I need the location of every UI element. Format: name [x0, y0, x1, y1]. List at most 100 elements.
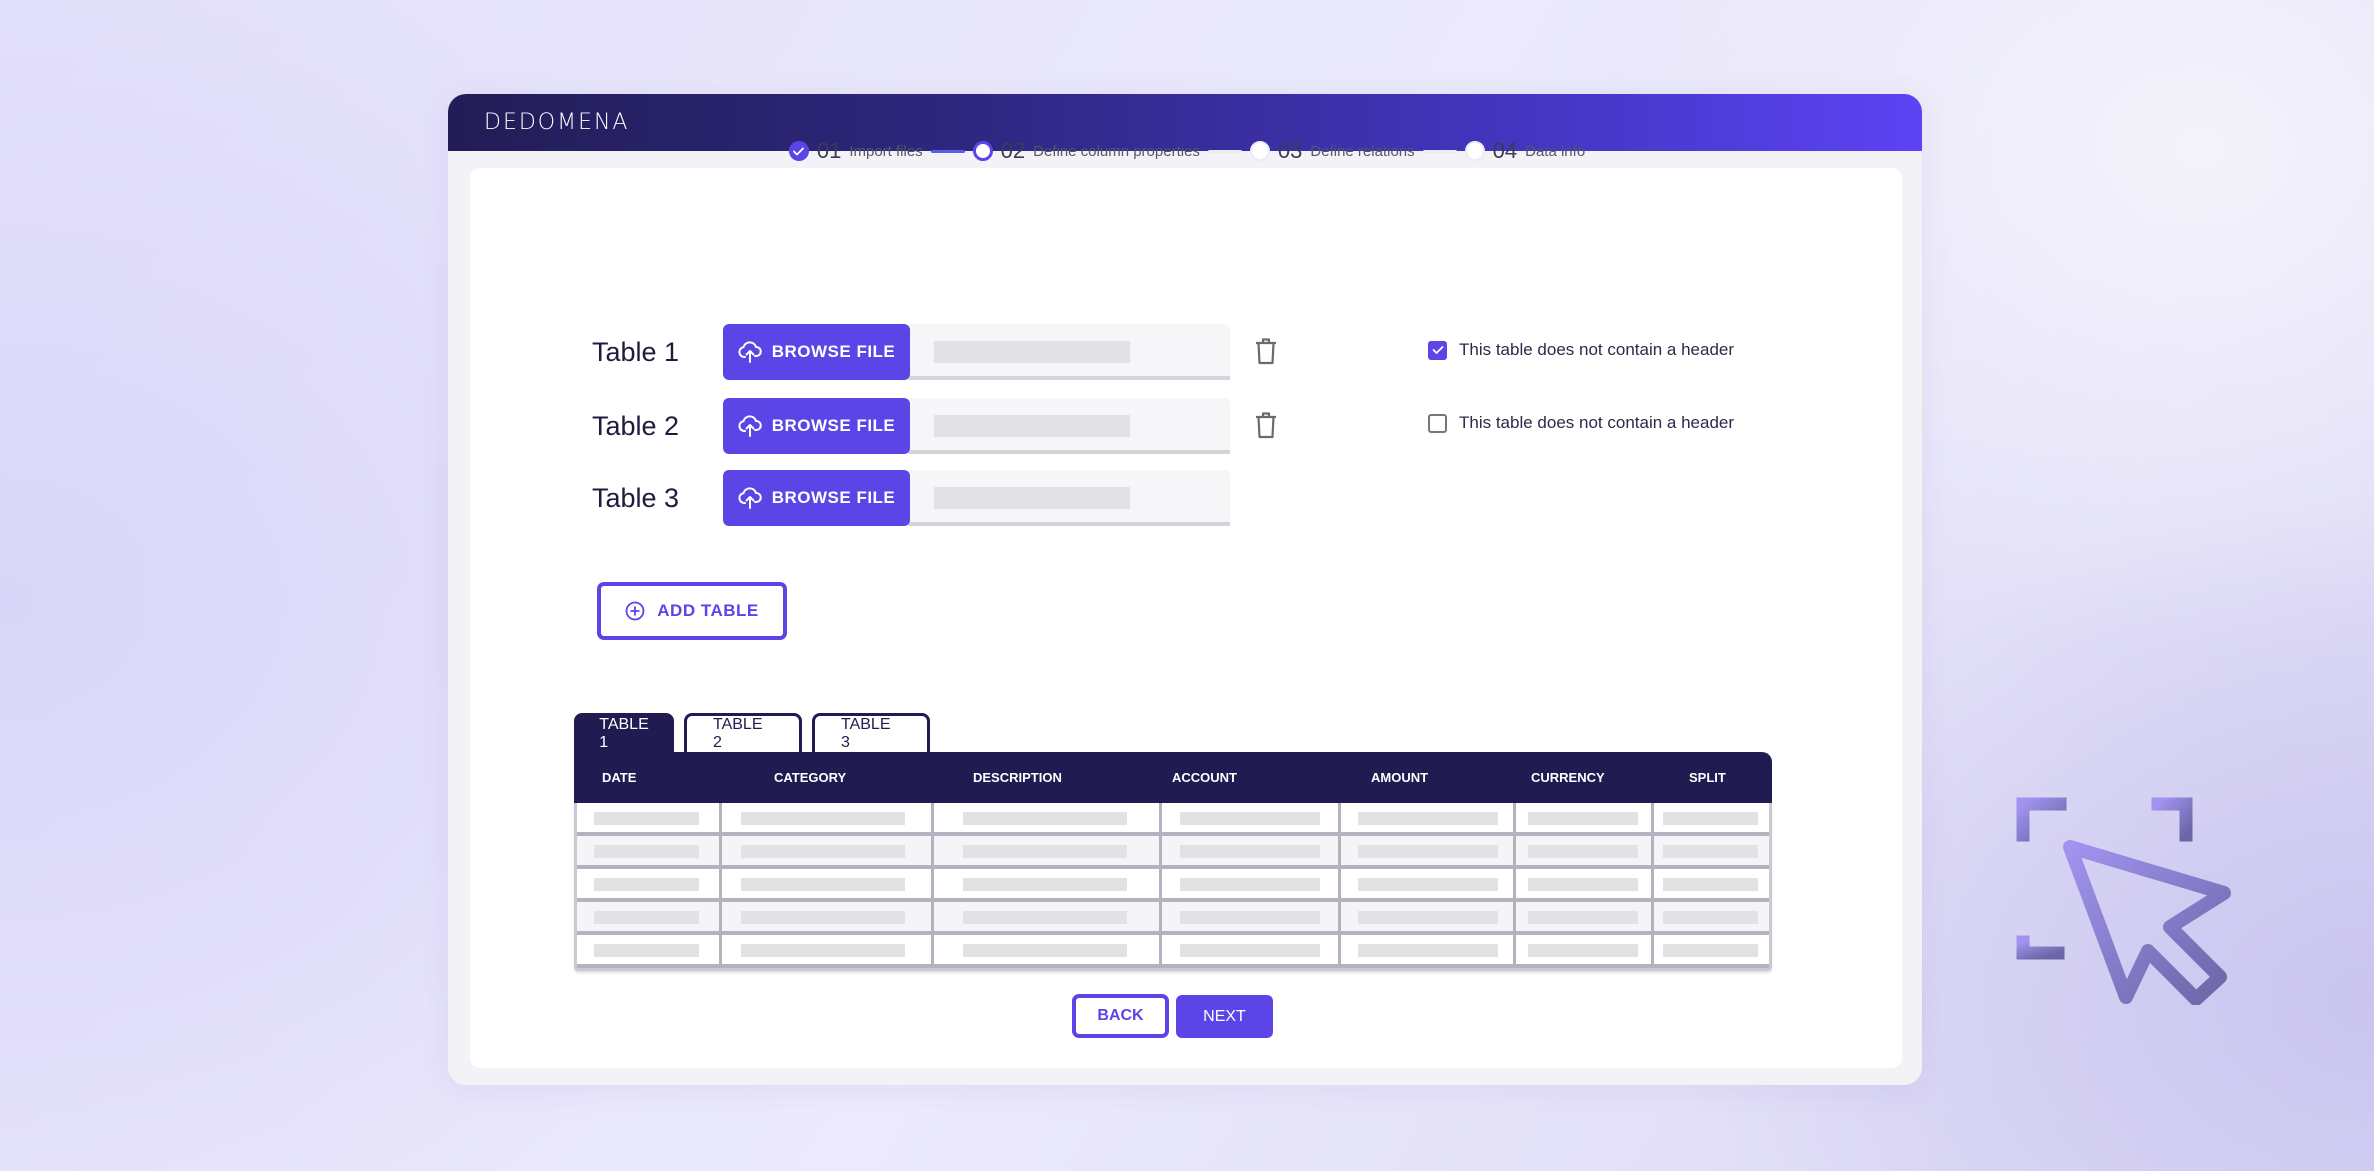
column-divider: [1651, 803, 1654, 968]
cell-placeholder-split: [1663, 944, 1758, 957]
column-header-description: DESCRIPTION: [973, 770, 1062, 785]
cell-placeholder-category: [741, 911, 905, 924]
cell-placeholder-amount: [1358, 878, 1498, 891]
cell-placeholder-currency: [1528, 878, 1638, 891]
cell-placeholder-account: [1180, 944, 1320, 957]
column-divider: [1338, 803, 1341, 968]
browse-file-button[interactable]: BROWSE FILE: [723, 470, 910, 526]
cell-placeholder-description: [963, 845, 1127, 858]
logo: DEDOMENA: [484, 110, 630, 135]
table-row: [577, 935, 1769, 968]
column-header-split: SPLIT: [1689, 770, 1726, 785]
file-name-field[interactable]: [908, 398, 1230, 454]
cell-placeholder-amount: [1358, 812, 1498, 825]
step-label: Import files: [849, 142, 923, 160]
cell-placeholder-currency: [1528, 845, 1638, 858]
browse-file-label: BROWSE FILE: [771, 416, 896, 435]
column-header-date: DATE: [602, 770, 637, 785]
cell-placeholder-split: [1663, 845, 1758, 858]
no-header-checkbox-table-1[interactable]: This table does not contain a header: [1428, 340, 1734, 360]
cell-placeholder-account: [1180, 878, 1320, 891]
table-label: Table 1: [592, 336, 680, 367]
trash-icon[interactable]: [1254, 337, 1278, 365]
step-number: 03: [1277, 138, 1303, 163]
browse-file-button[interactable]: BROWSE FILE: [723, 398, 910, 454]
cell-placeholder-amount: [1358, 944, 1498, 957]
cell-placeholder-date: [594, 878, 699, 891]
cell-placeholder-currency: [1528, 944, 1638, 957]
checkbox-unchecked-icon[interactable]: [1428, 413, 1447, 433]
step-connector: [1422, 149, 1457, 153]
step-label: Define column properties: [1033, 142, 1200, 160]
browse-file-label: BROWSE FILE: [771, 342, 896, 361]
cell-placeholder-category: [741, 812, 905, 825]
step-number: 02: [1000, 138, 1026, 163]
table-row: [577, 836, 1769, 869]
add-table-button[interactable]: ADD TABLE: [597, 582, 787, 640]
column-header-amount: AMOUNT: [1371, 770, 1429, 785]
cell-placeholder-description: [963, 944, 1127, 957]
table-header-row: DATE CATEGORY DESCRIPTION ACCOUNT AMOUNT…: [574, 752, 1772, 803]
step-number: 04: [1492, 138, 1518, 163]
stepper: 01 Import files 02 Define column propert…: [0, 138, 2374, 164]
browse-file-button[interactable]: BROWSE FILE: [723, 324, 910, 380]
cell-placeholder-currency: [1528, 911, 1638, 924]
cell-placeholder-split: [1663, 812, 1758, 825]
column-divider: [719, 803, 722, 968]
column-divider: [1513, 803, 1516, 968]
column-divider: [931, 803, 934, 968]
file-name-placeholder: [934, 487, 1130, 509]
table-label: Table 3: [592, 482, 680, 513]
cell-placeholder-split: [1663, 878, 1758, 891]
no-header-checkbox-table-2[interactable]: This table does not contain a header: [1428, 413, 1734, 433]
next-button[interactable]: NEXT: [1176, 995, 1273, 1038]
add-table-label: ADD TABLE: [657, 601, 759, 620]
pending-step-circle-icon: [1249, 141, 1270, 161]
column-divider: [1159, 803, 1162, 968]
import-row-table-1: Table 1 BROWSE FILE: [592, 324, 1230, 380]
import-row-table-3: Table 3 BROWSE FILE: [592, 470, 1230, 526]
step-connector: [1207, 149, 1242, 153]
cell-placeholder-category: [741, 845, 905, 858]
pending-step-circle-icon: [1464, 141, 1485, 161]
step-import-files[interactable]: 01 Import files: [788, 138, 923, 164]
trash-icon[interactable]: [1254, 411, 1278, 439]
plus-circle-icon: [625, 601, 645, 621]
cell-placeholder-description: [963, 878, 1127, 891]
file-name-placeholder: [934, 341, 1130, 363]
checkbox-checked-icon[interactable]: [1428, 340, 1447, 360]
check-circle-icon: [788, 141, 809, 161]
table-row: [577, 869, 1769, 902]
cell-placeholder-category: [741, 944, 905, 957]
file-name-field[interactable]: [908, 470, 1230, 526]
tab-table-2[interactable]: TABLE 2: [684, 713, 802, 752]
browse-file-label: BROWSE FILE: [771, 488, 896, 507]
cell-placeholder-category: [741, 878, 905, 891]
cell-placeholder-description: [963, 812, 1127, 825]
checkbox-label: This table does not contain a header: [1459, 413, 1735, 432]
import-row-table-2: Table 2 BROWSE FILE: [592, 398, 1230, 454]
step-data-info[interactable]: 04 Data info: [1464, 138, 1586, 164]
column-header-category: CATEGORY: [774, 770, 847, 785]
cloud-upload-icon: [738, 341, 762, 363]
step-connector: [930, 149, 965, 153]
back-button[interactable]: BACK: [1072, 994, 1169, 1038]
file-name-placeholder: [934, 415, 1130, 437]
cell-placeholder-account: [1180, 911, 1320, 924]
preview-table: DATE CATEGORY DESCRIPTION ACCOUNT AMOUNT…: [574, 752, 1772, 971]
cell-placeholder-split: [1663, 911, 1758, 924]
cell-placeholder-amount: [1358, 911, 1498, 924]
column-header-currency: CURRENCY: [1531, 770, 1605, 785]
step-label: Define relations: [1310, 142, 1415, 160]
file-name-field[interactable]: [908, 324, 1230, 380]
step-label: Data info: [1525, 142, 1586, 160]
cursor-selection-icon: [2016, 797, 2231, 1005]
tab-table-1[interactable]: TABLE 1: [574, 713, 674, 752]
active-step-circle-icon: [972, 141, 993, 161]
cell-placeholder-date: [594, 911, 699, 924]
tab-table-3[interactable]: TABLE 3: [812, 713, 930, 752]
step-define-relations[interactable]: 03 Define relations: [1249, 138, 1415, 164]
cell-placeholder-description: [963, 911, 1127, 924]
step-define-column-properties[interactable]: 02 Define column properties: [972, 138, 1200, 164]
cell-placeholder-date: [594, 812, 699, 825]
